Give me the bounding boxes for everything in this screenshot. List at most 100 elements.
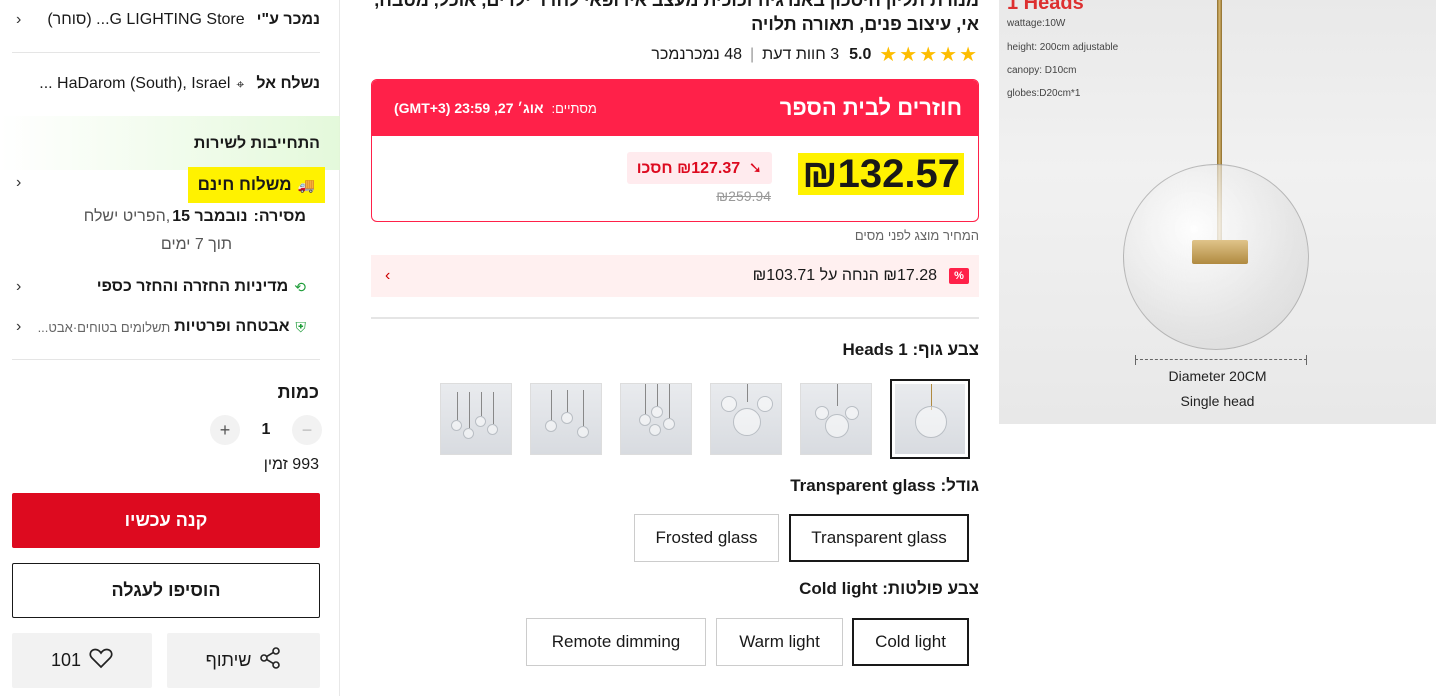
- savings-badge: ➘ ₪127.37 חסכו: [626, 152, 772, 184]
- share-button[interactable]: שיתוף: [167, 633, 320, 688]
- chevron-right-icon: ›: [385, 267, 391, 284]
- deal-ends: מסתיים: אוג׳ 27, 23:59 (GMT+3): [394, 100, 597, 116]
- deal-title: חוזרים לבית הספר: [779, 95, 962, 120]
- return-policy-row[interactable]: ⟲ מדיניות החזרה והחזר כספי ›: [12, 276, 320, 298]
- service-commitment-title: התחייבות לשירות: [193, 135, 320, 152]
- truck-icon: 🚚: [297, 176, 315, 193]
- size-option-frosted-glass[interactable]: Frosted glass: [634, 514, 779, 562]
- spec-globes: globes:D20cm*1: [1007, 88, 1081, 99]
- size-option-transparent-glass[interactable]: Transparent glass: [789, 514, 969, 562]
- ship-to-location[interactable]: HaDarom (South), Israel ...: [39, 75, 230, 93]
- service-commitment-row: התחייבות לשירות: [12, 132, 320, 156]
- image-heading: 1 Heads: [1007, 0, 1084, 14]
- image-caption-single: Single head: [1180, 393, 1255, 409]
- light-color-label: צבע פולטות:: [882, 579, 979, 598]
- security-row[interactable]: ⛨ אבטחה ופרטיות תשלומים בטוחים·אבט... ›: [12, 316, 320, 338]
- body-color-value: 1 Heads: [842, 340, 908, 359]
- spec-height: height: 200cm adjustable: [1007, 42, 1119, 53]
- delivery-row-2: תוך 7 ימים: [12, 234, 320, 256]
- chevron-right-icon[interactable]: ›: [16, 174, 21, 192]
- chevron-right-icon: ›: [16, 11, 22, 28]
- ship-to-row[interactable]: נשלח אל ⌖ HaDarom (South), Israel ...: [12, 72, 320, 96]
- variant-thumb-mickey-2[interactable]: [710, 383, 782, 455]
- body-color-label: צבע גוף:: [912, 340, 979, 359]
- delivery-label: מסירה:: [253, 208, 307, 225]
- tax-note: המחיר מוצג לפני מסים: [854, 228, 979, 243]
- size-title: גודל: Transparent glass: [371, 476, 979, 496]
- quantity-value[interactable]: 1: [262, 421, 271, 439]
- savings-text: ₪127.37 חסכו: [636, 160, 741, 177]
- size-label: גודל:: [940, 476, 979, 495]
- wishlist-count: 101: [50, 650, 82, 670]
- down-arrow-icon: ➘: [748, 160, 762, 177]
- sold-by-label: נמכר ע"י: [256, 11, 320, 28]
- variant-thumb-mickey-1[interactable]: [800, 383, 872, 455]
- quantity-stepper: + 1 −: [210, 414, 322, 446]
- rating-score: 5.0: [849, 45, 872, 63]
- delivery-note: ,הפריט ישלח: [83, 208, 171, 225]
- product-title: מנורת תליון חיסכון באנרגיה זכוכית מעצב א…: [374, 0, 979, 34]
- spec-canopy: canopy: D10cm: [1007, 65, 1077, 76]
- delivery-row: מסירה: נובמבר 15 ,הפריט ישלח: [12, 206, 320, 228]
- chevron-right-icon: ›: [16, 318, 22, 335]
- free-shipping-badge[interactable]: 🚚 משלוח חינם: [187, 167, 325, 203]
- original-price: ₪259.94: [716, 188, 771, 204]
- free-shipping-label: משלוח חינם: [197, 175, 292, 194]
- available-stock: 993 זמין: [263, 456, 319, 473]
- decrease-button[interactable]: −: [292, 415, 322, 445]
- security-label: אבטחה ופרטיות: [174, 318, 290, 335]
- quantity-label: כמות: [277, 382, 319, 402]
- light-option-warm-light[interactable]: Warm light: [716, 618, 843, 666]
- location-pin-icon: ⌖: [236, 75, 245, 92]
- coupon-row[interactable]: % ₪17.28 הנחה על ₪103.71 ›: [371, 255, 979, 297]
- increase-button[interactable]: +: [210, 415, 240, 445]
- sold-by-row[interactable]: נמכר ע"י G LIGHTING Store...‏ (סוחר) ›: [12, 8, 320, 32]
- deal-ends-label: מסתיים:: [551, 100, 597, 116]
- wishlist-button[interactable]: 101: [12, 633, 152, 688]
- store-name[interactable]: G LIGHTING Store...‏ (סוחר): [47, 11, 244, 29]
- separator: |: [750, 45, 755, 63]
- spec-wattage: wattage:10W: [1007, 18, 1066, 29]
- divider: [12, 52, 320, 53]
- review-count[interactable]: 3 חוות דעת: [762, 46, 839, 64]
- deal-box: חוזרים לבית הספר מסתיים: אוג׳ 27, 23:59 …: [371, 79, 979, 222]
- image-caption-diameter: Diameter 20CM: [1168, 368, 1267, 384]
- deal-ends-value: אוג׳ 27, 23:59 (GMT+3): [394, 100, 544, 116]
- shield-icon: ⛨: [295, 318, 307, 335]
- variant-thumb-1-head[interactable]: [890, 379, 970, 459]
- variant-thumb-cluster-1[interactable]: [620, 383, 692, 455]
- sold-count: 48 נמכרנמכר: [651, 45, 742, 63]
- add-to-cart-button[interactable]: הוסיפו לעגלה: [12, 563, 320, 618]
- delivery-note-2: תוך 7 ימים: [160, 236, 232, 253]
- light-option-cold-light[interactable]: Cold light: [852, 618, 969, 666]
- variant-thumb-cluster-3[interactable]: [440, 383, 512, 455]
- divider: [371, 317, 979, 319]
- light-color-value: Cold light: [799, 579, 878, 598]
- variant-thumbnails: [440, 379, 970, 459]
- share-label: שיתוף: [205, 650, 252, 670]
- variant-thumb-cluster-2[interactable]: [530, 383, 602, 455]
- chevron-right-icon: ›: [16, 278, 22, 295]
- light-color-title: צבע פולטות: Cold light: [371, 579, 979, 599]
- lamp-cap: [1192, 240, 1248, 264]
- light-option-remote-dimming[interactable]: Remote dimming: [526, 618, 706, 666]
- diameter-line: [1135, 355, 1307, 365]
- purchase-sidebar: נמכר ע"י G LIGHTING Store...‏ (סוחר) › נ…: [0, 0, 340, 696]
- return-policy-label: מדיניות החזרה והחזר כספי: [96, 278, 289, 295]
- buy-now-button[interactable]: קנה עכשיו: [12, 493, 320, 548]
- security-value: תשלומים בטוחים·אבט...: [37, 319, 171, 335]
- return-icon: ⟲: [294, 278, 306, 295]
- deal-header: חוזרים לבית הספר מסתיים: אוג׳ 27, 23:59 …: [372, 80, 978, 136]
- percent-icon: %: [949, 268, 969, 284]
- body-color-title: צבע גוף: 1 Heads: [371, 340, 980, 360]
- coupon-text: ₪17.28 הנחה על ₪103.71: [752, 267, 937, 284]
- product-image[interactable]: 1 Heads wattage:10W height: 200cm adjust…: [999, 0, 1436, 424]
- divider: [12, 359, 320, 360]
- delivery-date: נובמבר 15: [172, 208, 248, 225]
- ship-to-label: נשלח אל: [256, 75, 320, 92]
- heart-icon: [89, 647, 113, 674]
- size-value: Transparent glass: [790, 476, 936, 495]
- star-rating-icon: ★★★★★: [879, 44, 979, 66]
- rating-row[interactable]: ★★★★★ 5.0 3 חוות דעת | 48 נמכרנמכר: [371, 42, 979, 67]
- current-price: ₪132.57: [798, 153, 964, 195]
